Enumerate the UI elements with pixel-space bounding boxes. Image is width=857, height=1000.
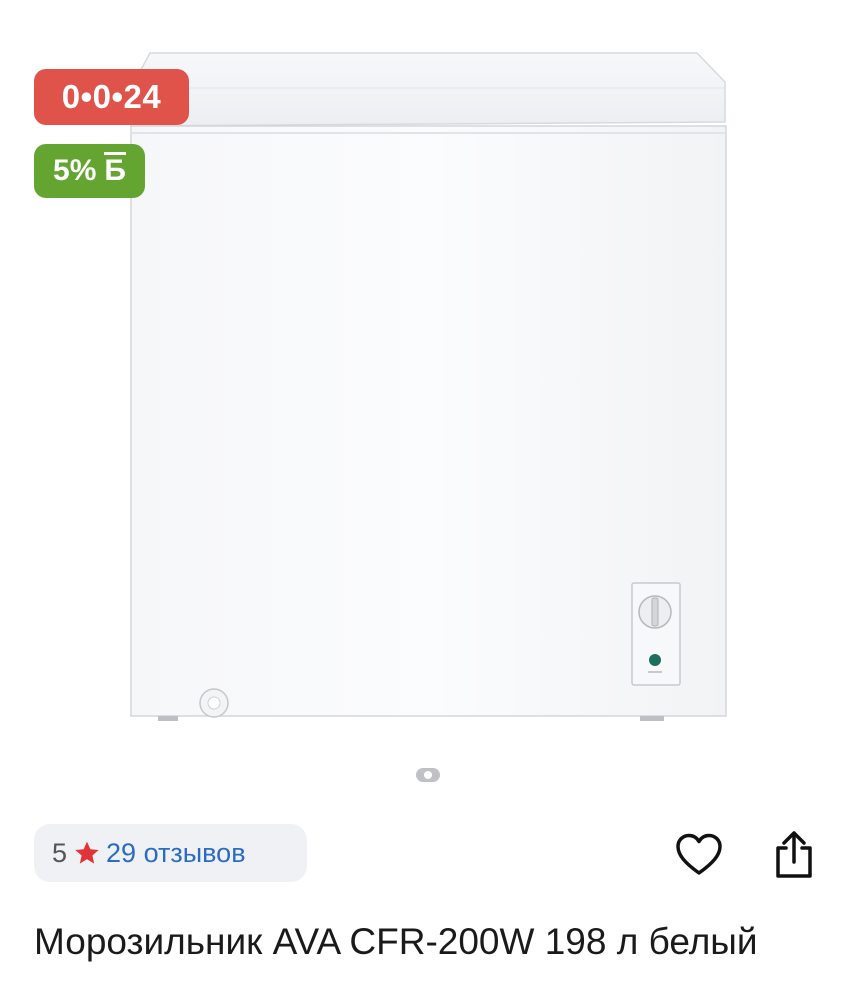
- rating-reviews-pill[interactable]: 5 29 отзывов: [34, 824, 307, 882]
- share-icon: [776, 831, 812, 878]
- rating-score: 5: [52, 837, 68, 868]
- cashback-badge: 5% Б: [34, 144, 145, 198]
- product-title: Морозильник AVA CFR-200W 198 л белый: [34, 921, 758, 962]
- countdown-badge: 0•0•24: [34, 69, 189, 125]
- reviews-link[interactable]: 29 отзывов: [106, 838, 246, 869]
- favorite-button[interactable]: [674, 830, 724, 880]
- gallery-page-indicator[interactable]: [415, 766, 441, 784]
- share-button[interactable]: [769, 830, 819, 880]
- star-icon: [73, 839, 101, 867]
- product-gallery[interactable]: 0•0•24 5% Б: [0, 0, 857, 800]
- bonus-ruble-icon: Б: [104, 152, 126, 187]
- cashback-percent: 5%: [53, 154, 97, 187]
- heart-outline-icon: [676, 833, 722, 875]
- countdown-text: 0•0•24: [61, 78, 162, 115]
